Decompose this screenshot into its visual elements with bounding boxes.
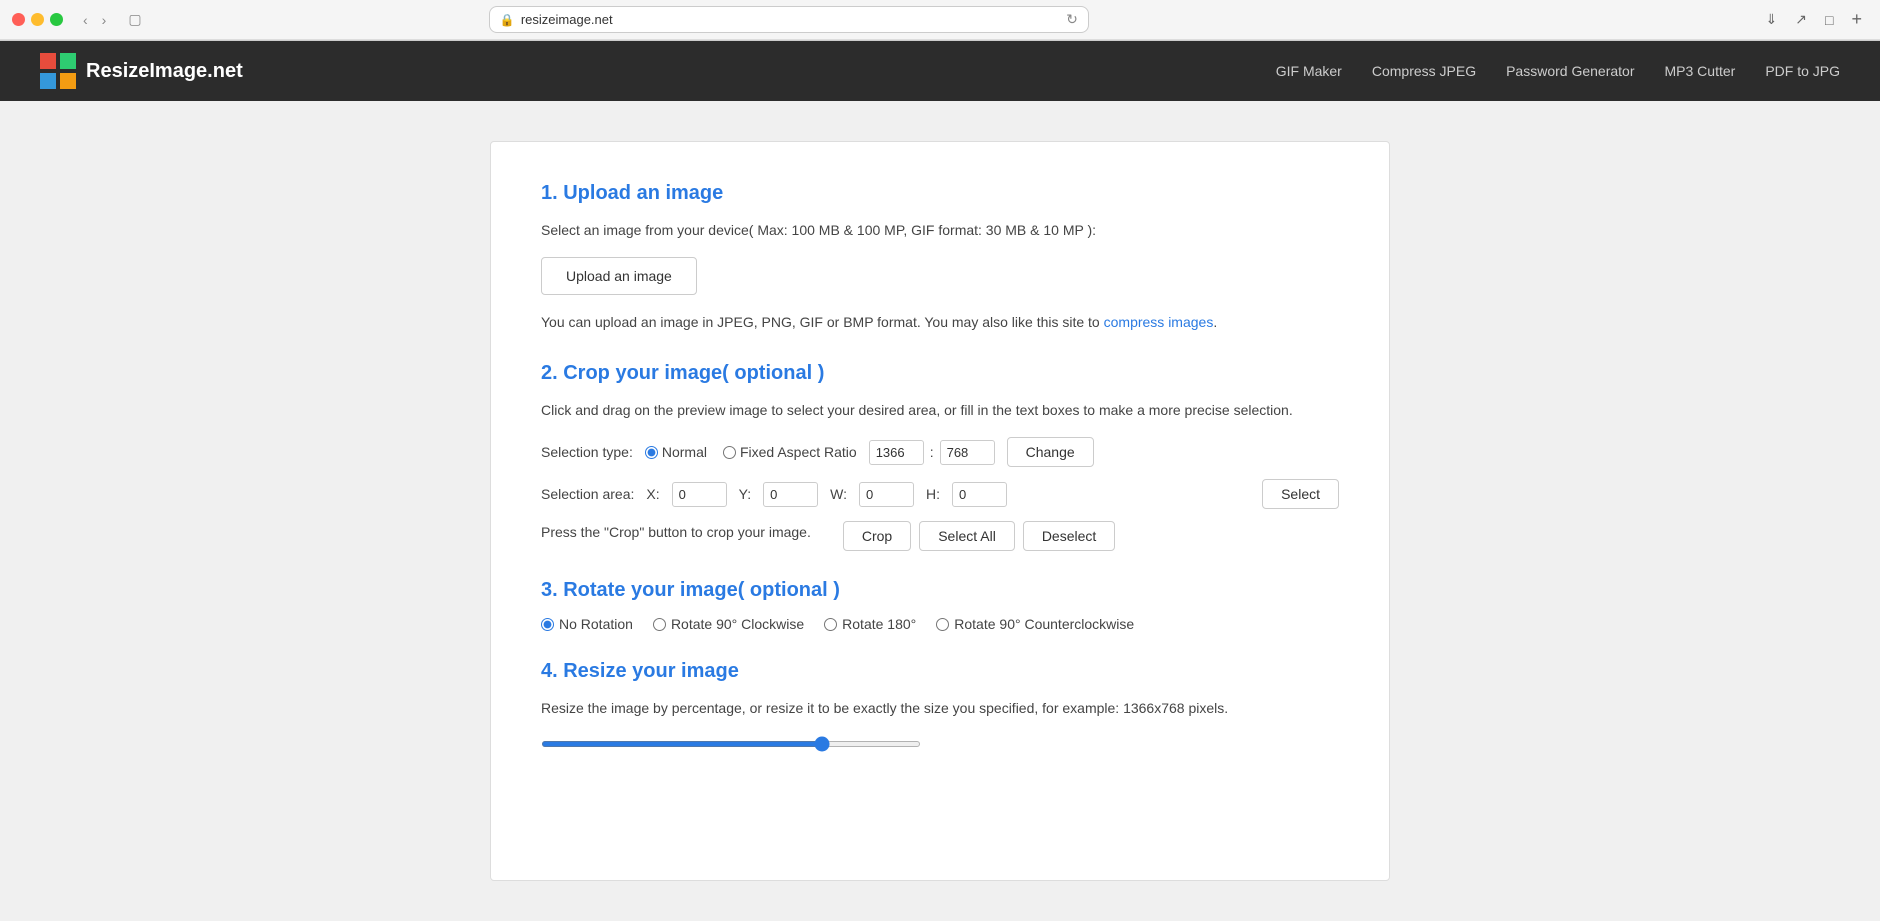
nav-compress-jpeg[interactable]: Compress JPEG <box>1372 63 1476 79</box>
crop-desc: Click and drag on the preview image to s… <box>541 399 1339 421</box>
rotate-180-label[interactable]: Rotate 180° <box>824 616 916 632</box>
sidebar-button[interactable]: ▢ <box>120 8 149 31</box>
resize-slider[interactable] <box>541 741 921 747</box>
rotate-90cw-label[interactable]: Rotate 90° Clockwise <box>653 616 804 632</box>
crop-buttons: Crop Select All Deselect <box>843 521 1115 551</box>
site-logo[interactable]: ResizeImage.net <box>40 53 243 89</box>
resize-section: 4. Resize your image Resize the image by… <box>541 660 1339 751</box>
radio-fixed-label[interactable]: Fixed Aspect Ratio <box>723 444 857 460</box>
url-input[interactable] <box>521 12 1060 27</box>
minimize-traffic-light[interactable] <box>31 13 44 26</box>
upload-note: You can upload an image in JPEG, PNG, GI… <box>541 311 1339 333</box>
logo-icon <box>40 53 76 89</box>
share-button[interactable]: ↗ <box>1789 7 1813 32</box>
new-tab-button[interactable]: + <box>1845 7 1868 32</box>
reload-button[interactable]: ↻ <box>1066 11 1078 28</box>
page-background: 1. Upload an image Select an image from … <box>0 101 1880 921</box>
y-label: Y: <box>739 486 751 502</box>
upload-title: 1. Upload an image <box>541 182 1339 205</box>
height-input[interactable] <box>940 440 995 465</box>
close-traffic-light[interactable] <box>12 13 25 26</box>
width-input[interactable] <box>869 440 924 465</box>
upload-note-end: . <box>1213 314 1217 330</box>
nav-password-generator[interactable]: Password Generator <box>1506 63 1634 79</box>
site-nav: ResizeImage.net GIF Maker Compress JPEG … <box>0 41 1880 101</box>
maximize-traffic-light[interactable] <box>50 13 63 26</box>
crop-note: Press the "Crop" button to crop your ima… <box>541 524 811 540</box>
rotate-none-text: No Rotation <box>559 616 633 632</box>
h-input[interactable] <box>952 482 1007 507</box>
site-title: ResizeImage.net <box>86 60 243 83</box>
upload-desc: Select an image from your device( Max: 1… <box>541 219 1339 241</box>
upload-section: 1. Upload an image Select an image from … <box>541 182 1339 334</box>
rotate-section: 3. Rotate your image( optional ) No Rota… <box>541 579 1339 632</box>
traffic-lights <box>12 13 63 26</box>
nav-buttons: ‹ › <box>77 9 112 31</box>
dimension-separator: : <box>930 444 934 460</box>
rotate-90ccw[interactable] <box>936 618 949 631</box>
nav-gif-maker[interactable]: GIF Maker <box>1276 63 1342 79</box>
rotate-180[interactable] <box>824 618 837 631</box>
crop-button[interactable]: Crop <box>843 521 911 551</box>
change-button[interactable]: Change <box>1007 437 1094 467</box>
crop-title: 2. Crop your image( optional ) <box>541 362 1339 385</box>
rotate-90cw-text: Rotate 90° Clockwise <box>671 616 804 632</box>
browser-chrome: ‹ › ▢ 🔒 ↻ ⇓ ↗ □ + <box>0 0 1880 41</box>
rotate-90cw[interactable] <box>653 618 666 631</box>
radio-normal-label[interactable]: Normal <box>645 444 707 460</box>
resize-desc: Resize the image by percentage, or resiz… <box>541 697 1339 719</box>
upload-button[interactable]: Upload an image <box>541 257 697 295</box>
slider-container <box>541 734 1339 752</box>
crop-section: 2. Crop your image( optional ) Click and… <box>541 362 1339 551</box>
forward-button[interactable]: › <box>96 9 113 31</box>
browser-titlebar: ‹ › ▢ 🔒 ↻ ⇓ ↗ □ + <box>0 0 1880 40</box>
x-label: X: <box>646 486 659 502</box>
w-input[interactable] <box>859 482 914 507</box>
dimension-group: : <box>869 440 995 465</box>
radio-normal-text: Normal <box>662 444 707 460</box>
site-nav-links: GIF Maker Compress JPEG Password Generat… <box>1276 63 1840 79</box>
selection-type-row: Selection type: Normal Fixed Aspect Rati… <box>541 437 1339 467</box>
rotate-title: 3. Rotate your image( optional ) <box>541 579 1339 602</box>
lock-icon: 🔒 <box>500 13 515 27</box>
address-bar: 🔒 ↻ <box>489 6 1089 33</box>
h-label: H: <box>926 486 940 502</box>
main-card: 1. Upload an image Select an image from … <box>490 141 1390 881</box>
radio-fixed[interactable] <box>723 446 736 459</box>
w-label: W: <box>830 486 847 502</box>
crop-action-row: Press the "Crop" button to crop your ima… <box>541 521 1339 551</box>
select-btn-group: Select <box>1262 479 1339 509</box>
select-button[interactable]: Select <box>1262 479 1339 509</box>
selection-type-radios: Normal Fixed Aspect Ratio <box>645 444 857 460</box>
toolbar-right: ⇓ ↗ □ + <box>1760 7 1868 32</box>
back-button[interactable]: ‹ <box>77 9 94 31</box>
rotate-options: No Rotation Rotate 90° Clockwise Rotate … <box>541 616 1339 632</box>
area-label: Selection area: <box>541 486 634 502</box>
download-button[interactable]: ⇓ <box>1760 7 1784 32</box>
rotate-90ccw-text: Rotate 90° Counterclockwise <box>954 616 1134 632</box>
radio-normal[interactable] <box>645 446 658 459</box>
radio-fixed-text: Fixed Aspect Ratio <box>740 444 857 460</box>
x-input[interactable] <box>672 482 727 507</box>
nav-mp3-cutter[interactable]: MP3 Cutter <box>1665 63 1736 79</box>
nav-pdf-to-jpg[interactable]: PDF to JPG <box>1765 63 1840 79</box>
upload-note-text: You can upload an image in JPEG, PNG, GI… <box>541 314 1104 330</box>
rotate-none[interactable] <box>541 618 554 631</box>
deselect-button[interactable]: Deselect <box>1023 521 1115 551</box>
rotate-180-text: Rotate 180° <box>842 616 916 632</box>
reader-button[interactable]: □ <box>1819 7 1839 32</box>
y-input[interactable] <box>763 482 818 507</box>
rotate-none-label[interactable]: No Rotation <box>541 616 633 632</box>
selection-area-row: Selection area: X: Y: W: H: Select <box>541 479 1339 509</box>
select-all-button[interactable]: Select All <box>919 521 1015 551</box>
compress-images-link[interactable]: compress images <box>1104 314 1214 330</box>
rotate-90ccw-label[interactable]: Rotate 90° Counterclockwise <box>936 616 1134 632</box>
selection-type-label: Selection type: <box>541 444 633 460</box>
resize-title: 4. Resize your image <box>541 660 1339 683</box>
